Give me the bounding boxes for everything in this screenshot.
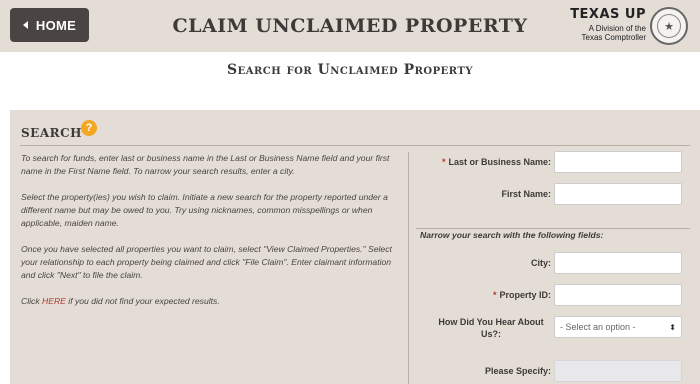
search-heading: SEARCH (21, 126, 82, 140)
logo-title: TEXAS UP (570, 7, 646, 22)
header: HOME CLAIM UNCLAIMED PROPERTY TEXAS UP A… (0, 0, 700, 52)
narrow-search-label: Narrow your search with the following fi… (420, 230, 604, 240)
divider (416, 228, 690, 229)
specify-input[interactable] (554, 360, 682, 382)
texas-up-logo[interactable]: TEXAS UP A Division of the Texas Comptro… (570, 6, 692, 46)
search-instructions: To search for funds, enter last or busin… (21, 152, 401, 321)
logo-subtitle: A Division of the Texas Comptroller (581, 24, 646, 42)
select-arrows-icon: ⬍ (669, 322, 676, 332)
city-label: City: (531, 258, 551, 268)
property-id-input[interactable] (554, 284, 682, 306)
last-name-row: * Last or Business Name: (416, 151, 696, 173)
here-link[interactable]: HERE (42, 296, 66, 306)
property-id-label: * Property ID: (492, 290, 551, 300)
hear-about-selected: - Select an option - (560, 322, 636, 332)
city-input[interactable] (554, 252, 682, 274)
divider (20, 145, 690, 146)
column-divider (408, 152, 409, 384)
instruction-paragraph: Once you have selected all properties yo… (21, 244, 392, 280)
last-name-label: * Last or Business Name: (441, 157, 551, 167)
specify-label: Please Specify: (484, 366, 551, 376)
first-name-label: First Name: (501, 189, 551, 199)
first-name-input[interactable] (554, 183, 682, 205)
comptroller-seal-icon: ★ (650, 7, 688, 45)
instruction-paragraph: Click HERE if you did not find your expe… (21, 296, 220, 306)
property-id-row: * Property ID: (416, 284, 696, 306)
first-name-row: First Name: (416, 183, 696, 205)
hear-about-label: How Did You Hear About Us?: (438, 317, 544, 339)
help-icon[interactable]: ? (81, 120, 97, 136)
hear-about-row: How Did You Hear About Us?: - Select an … (416, 316, 696, 339)
city-row: City: (416, 252, 696, 274)
search-panel: SEARCH ? To search for funds, enter last… (10, 110, 700, 384)
section-subtitle: Search for Unclaimed Property (227, 62, 473, 78)
specify-row: Please Specify: (416, 360, 696, 382)
last-name-input[interactable] (554, 151, 682, 173)
instruction-paragraph: To search for funds, enter last or busin… (21, 153, 390, 176)
hear-about-select[interactable]: - Select an option - ⬍ (554, 316, 682, 338)
instruction-paragraph: Select the property(ies) you wish to cla… (21, 192, 388, 228)
